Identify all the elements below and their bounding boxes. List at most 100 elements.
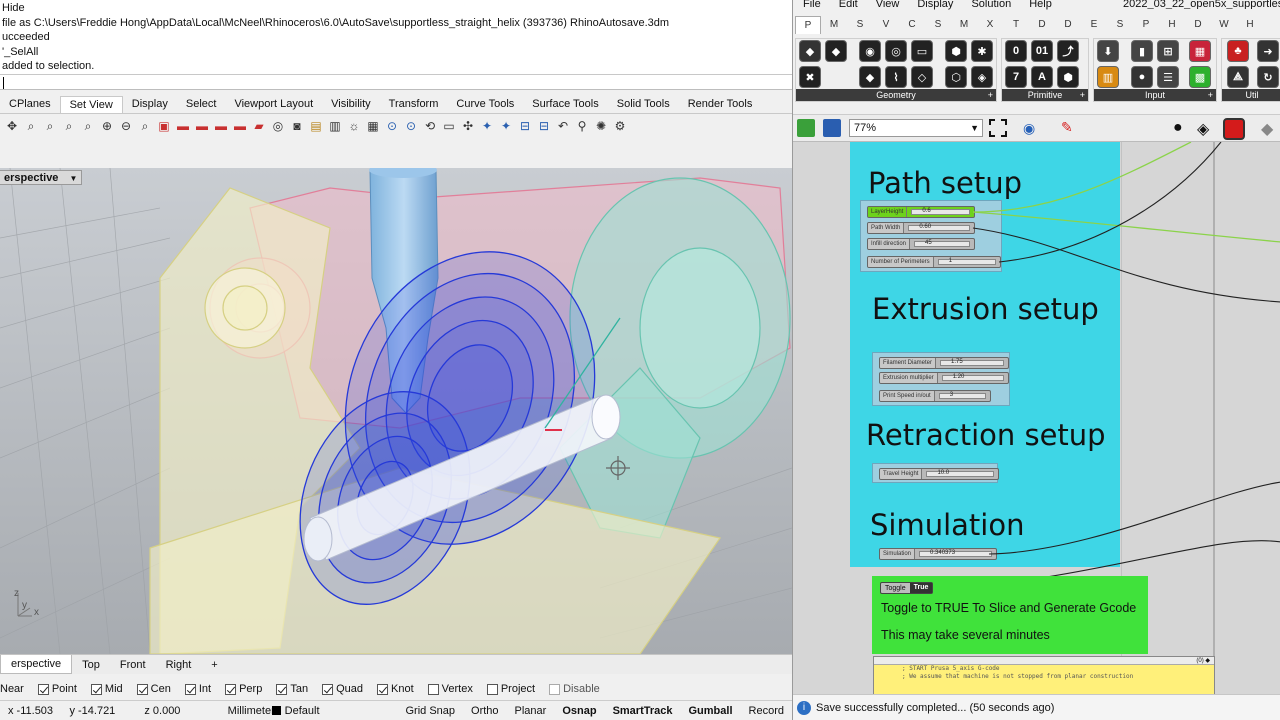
star-icon[interactable]: ✦ xyxy=(479,118,495,134)
osnap-near[interactable]: Near xyxy=(0,683,24,695)
slider-track[interactable]: 0.6 xyxy=(911,208,970,215)
gh-category-tab[interactable]: X xyxy=(977,16,1003,34)
record-history-toggle[interactable]: Record xyxy=(741,705,792,717)
toggle-true[interactable]: Toggle True xyxy=(880,582,934,594)
line-icon[interactable]: ◆ xyxy=(859,66,881,88)
tab-cplanes[interactable]: CPlanes xyxy=(0,96,60,113)
checkbox[interactable] xyxy=(184,683,196,695)
gh-category-tab[interactable]: H xyxy=(1159,16,1185,34)
slider-track[interactable]: 1.75 xyxy=(940,359,1004,366)
tab-viewport-layout[interactable]: Viewport Layout xyxy=(225,96,322,113)
gear-icon[interactable]: ⚙ xyxy=(612,118,628,134)
material-icon[interactable]: ● xyxy=(1173,119,1183,137)
zoom-selected-icon[interactable]: ⌕ xyxy=(80,118,96,134)
checkbox[interactable] xyxy=(136,683,148,695)
osnap-vertex[interactable]: Vertex xyxy=(427,683,473,695)
save-view-icon[interactable]: ▤ xyxy=(308,118,324,134)
osnap-tan[interactable]: Tan xyxy=(276,683,308,695)
gh-category-tab[interactable]: S xyxy=(1107,16,1133,34)
plane-icon[interactable]: ▭ xyxy=(441,118,457,134)
tab-set-view[interactable]: Set View xyxy=(59,96,123,113)
wireframe-icon[interactable]: ◈ xyxy=(1197,119,1209,139)
car-icon[interactable]: ▬ xyxy=(175,118,191,134)
point-icon[interactable]: ◆ xyxy=(799,40,821,62)
units-field[interactable]: Millimeters xyxy=(220,705,281,717)
domain-icon[interactable]: ⤴ xyxy=(1057,40,1079,62)
zoom-out-icon[interactable]: ⊖ xyxy=(118,118,134,134)
toggle-icon[interactable]: ▮ xyxy=(1131,40,1153,62)
osnap-mid[interactable]: Mid xyxy=(90,683,123,695)
plane-icon[interactable]: ⊟ xyxy=(517,118,533,134)
checkbox[interactable] xyxy=(90,683,102,695)
zoom-extents-icon[interactable] xyxy=(989,119,1007,137)
viewport-tab-front[interactable]: Front xyxy=(110,656,156,674)
curve-icon[interactable]: ▭ xyxy=(911,40,933,62)
viewport-tab-add[interactable]: + xyxy=(201,656,227,674)
gh-category-tab[interactable]: P xyxy=(1133,16,1159,34)
zoom-window-icon[interactable]: ⌕ xyxy=(23,118,39,134)
viewport-tab-top[interactable]: Top xyxy=(72,656,110,674)
grid-snap-toggle[interactable]: Grid Snap xyxy=(397,705,463,717)
tab-visibility[interactable]: Visibility xyxy=(322,96,380,113)
slider-layerheight[interactable]: LayerHeight 0.6 xyxy=(867,206,975,218)
gh-category-tab[interactable]: P xyxy=(795,16,821,34)
gumball-toggle[interactable]: Gumball xyxy=(681,705,741,717)
slider-icon[interactable]: ⊞ xyxy=(1157,40,1179,62)
tab-display[interactable]: Display xyxy=(123,96,177,113)
slider-print-speed-in-out[interactable]: Print Speed in/out 3 xyxy=(879,390,991,402)
target-icon[interactable]: ⊙ xyxy=(384,118,400,134)
image-icon[interactable]: ▩ xyxy=(1189,66,1211,88)
checkbox[interactable] xyxy=(549,683,561,695)
viewport-tab-erspective[interactable]: erspective xyxy=(0,655,73,674)
zoom-select[interactable]: 77% ▼ xyxy=(849,119,983,137)
list-icon[interactable]: ☰ xyxy=(1157,66,1179,88)
gh-menu-view[interactable]: View xyxy=(876,0,900,12)
gh-menu-solution[interactable]: Solution xyxy=(971,0,1011,12)
arrow-right-icon[interactable]: ➜ xyxy=(1257,40,1279,62)
preview-mode-icon[interactable] xyxy=(1223,118,1245,140)
slider-track[interactable]: 45 xyxy=(914,240,970,247)
mesh-icon[interactable]: ✱ xyxy=(971,40,993,62)
slider-infill-direction[interactable]: Infill direction 45 xyxy=(867,238,975,250)
refresh-icon[interactable]: ↻ xyxy=(1257,66,1279,88)
slider-simulation[interactable]: Simulation 0.340373 xyxy=(879,548,997,560)
perspective-viewport[interactable]: z y x xyxy=(0,168,792,654)
number-icon[interactable]: 7 xyxy=(1005,66,1027,88)
car-red-icon[interactable]: ▰ xyxy=(251,118,267,134)
field-icon[interactable]: ✖ xyxy=(799,66,821,88)
slider-path-width[interactable]: Path Width 0.60 xyxy=(867,222,975,234)
osnap-cen[interactable]: Cen xyxy=(136,683,171,695)
smarttrack-toggle[interactable]: SmartTrack xyxy=(605,705,681,717)
geometry-icon[interactable]: ⬡ xyxy=(945,66,967,88)
zoom-dynamic-icon[interactable]: ⌕ xyxy=(42,118,58,134)
tab-curve-tools[interactable]: Curve Tools xyxy=(447,96,523,113)
osnap-knot[interactable]: Knot xyxy=(377,683,414,695)
gh-category-tab[interactable]: H xyxy=(1237,16,1263,34)
slider-track[interactable]: 1.20 xyxy=(941,374,1004,381)
vector-icon[interactable]: ◆ xyxy=(825,40,847,62)
undo-view-icon[interactable]: ↶ xyxy=(555,118,571,134)
group-icon[interactable]: ◈ xyxy=(971,66,993,88)
cherry-icon[interactable]: ♣ xyxy=(1227,40,1249,62)
checkbox[interactable] xyxy=(322,683,334,695)
tab-transform[interactable]: Transform xyxy=(380,96,448,113)
tab-render-tools[interactable]: Render Tools xyxy=(679,96,762,113)
button-icon[interactable]: ● xyxy=(1131,66,1153,88)
gcode-panel[interactable]: (0) ◆ ; START Prusa 5_axis G-code ; We a… xyxy=(873,656,1215,694)
rotate-view-icon[interactable]: ⟲ xyxy=(422,118,438,134)
tab-select[interactable]: Select xyxy=(177,96,226,113)
plane-icon[interactable]: ⊟ xyxy=(536,118,552,134)
import-icon[interactable]: ⬇ xyxy=(1097,40,1119,62)
cluster-icon[interactable]: ⟁ xyxy=(1227,66,1249,88)
osnap-quad[interactable]: Quad xyxy=(322,683,363,695)
star-icon[interactable]: ✦ xyxy=(498,118,514,134)
checkbox[interactable] xyxy=(276,683,288,695)
gh-category-tab[interactable]: T xyxy=(1003,16,1029,34)
slider-filament-diameter[interactable]: Filament Diameter 1.75 xyxy=(879,357,1009,369)
planar-toggle[interactable]: Planar xyxy=(507,705,555,717)
gradient-icon[interactable]: ▥ xyxy=(1097,66,1119,88)
car-icon[interactable]: ▬ xyxy=(194,118,210,134)
gh-menu-help[interactable]: Help xyxy=(1029,0,1052,12)
gh-category-tab[interactable]: D xyxy=(1185,16,1211,34)
checkbox[interactable] xyxy=(37,683,49,695)
